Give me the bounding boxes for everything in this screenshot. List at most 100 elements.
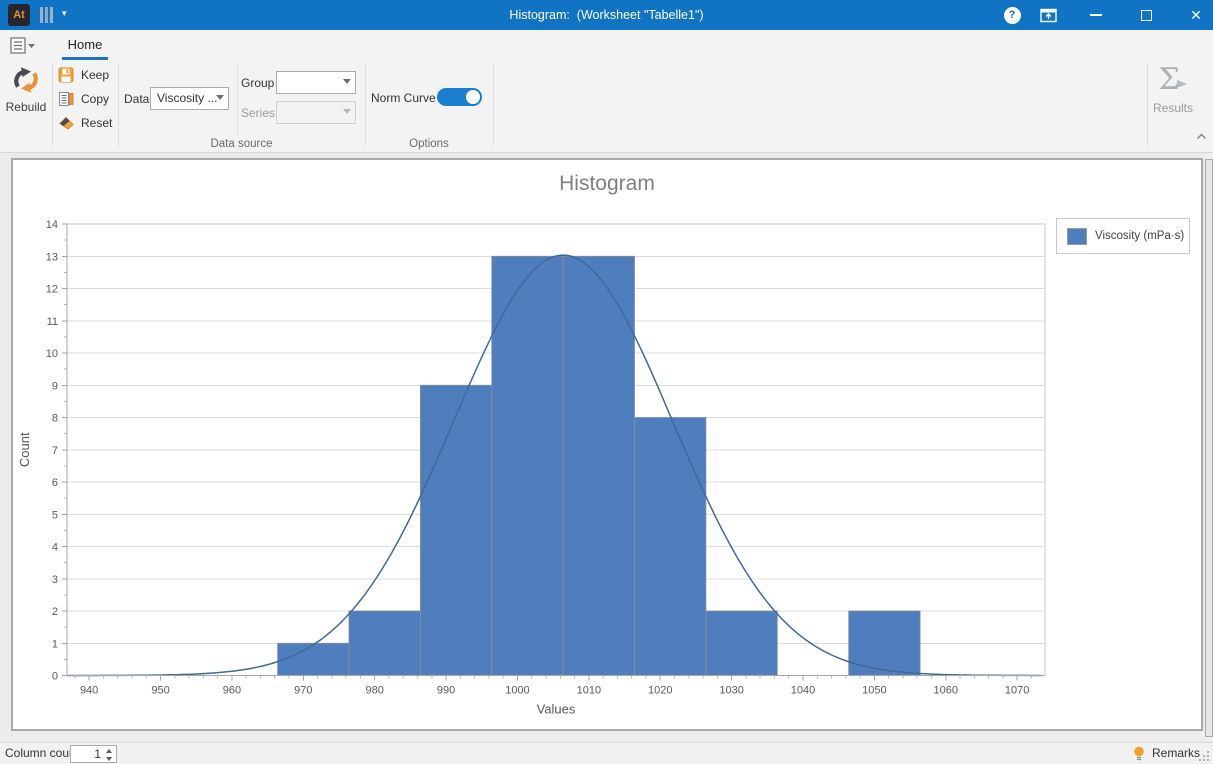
close-button[interactable]: ✕ bbox=[1183, 0, 1209, 30]
rebuild-icon bbox=[14, 67, 38, 93]
spinner-down-button[interactable] bbox=[103, 755, 115, 763]
status-bar: Column count 1 Remarks bbox=[0, 742, 1213, 764]
svg-text:5: 5 bbox=[52, 509, 58, 521]
svg-text:9: 9 bbox=[52, 380, 58, 392]
dock-window-button[interactable] bbox=[1035, 0, 1061, 30]
group-combobox[interactable] bbox=[276, 71, 356, 94]
svg-text:1020: 1020 bbox=[648, 685, 672, 697]
svg-text:7: 7 bbox=[52, 445, 58, 457]
legend-label: Viscosity (mPa·s) bbox=[1095, 230, 1185, 242]
reset-label: Reset bbox=[81, 116, 113, 130]
ribbon-separator bbox=[493, 64, 494, 146]
svg-text:1070: 1070 bbox=[1005, 685, 1029, 697]
svg-text:14: 14 bbox=[46, 219, 58, 231]
chevron-down-icon bbox=[343, 79, 351, 84]
group-label: Group bbox=[241, 76, 275, 90]
sigma-icon: Σ bbox=[1147, 63, 1199, 97]
rebuild-label: Rebuild bbox=[5, 100, 47, 114]
help-icon: ? bbox=[1003, 6, 1021, 24]
spinner-up-button[interactable] bbox=[103, 747, 115, 755]
legend-box[interactable]: Viscosity (mPa·s) bbox=[1056, 218, 1190, 254]
svg-text:8: 8 bbox=[52, 413, 58, 425]
help-button[interactable]: ? bbox=[999, 0, 1025, 30]
data-label: Data bbox=[124, 92, 150, 106]
chevron-down-icon bbox=[216, 95, 224, 100]
svg-text:1040: 1040 bbox=[791, 685, 815, 697]
chevron-up-icon bbox=[1197, 133, 1206, 139]
minimize-button[interactable] bbox=[1083, 0, 1109, 30]
series-combobox bbox=[276, 101, 356, 124]
app-menu-icon bbox=[10, 37, 35, 54]
report-area: Histogram 0 1 2 3 4 5 6 7 8 9 10 11 12 13 14 940 950 960 9… bbox=[0, 153, 1213, 742]
svg-text:1030: 1030 bbox=[719, 685, 743, 697]
svg-text:13: 13 bbox=[46, 251, 58, 263]
svg-text:980: 980 bbox=[365, 685, 383, 697]
column-count-spinner[interactable]: 1 bbox=[70, 745, 117, 763]
svg-text:1050: 1050 bbox=[862, 685, 886, 697]
report-page: Histogram 0 1 2 3 4 5 6 7 8 9 10 11 12 13 14 940 950 960 9… bbox=[11, 158, 1203, 731]
remarks-bulb[interactable] bbox=[1133, 746, 1145, 764]
spinner-down-icon bbox=[106, 757, 112, 761]
copy-icon bbox=[59, 92, 74, 106]
svg-text:960: 960 bbox=[223, 685, 241, 697]
title-bar: At ▾ Histogram: (Worksheet "Tabelle1") ?… bbox=[0, 0, 1213, 30]
svg-text:990: 990 bbox=[437, 685, 455, 697]
norm-curve-toggle[interactable] bbox=[437, 88, 482, 106]
reset-button[interactable]: Reset bbox=[58, 112, 112, 134]
dock-window-icon bbox=[1039, 8, 1057, 22]
ribbon-separator bbox=[52, 64, 53, 146]
svg-text:940: 940 bbox=[80, 685, 98, 697]
keep-label: Keep bbox=[81, 68, 110, 82]
svg-text:Count: Count bbox=[17, 432, 32, 467]
minimize-icon bbox=[1090, 14, 1102, 16]
eraser-icon bbox=[59, 116, 74, 130]
maximize-button[interactable] bbox=[1133, 0, 1159, 30]
vertical-scrollbar[interactable] bbox=[1205, 155, 1213, 740]
ribbon-separator bbox=[237, 64, 238, 136]
save-icon bbox=[58, 67, 74, 83]
svg-text:1010: 1010 bbox=[577, 685, 601, 697]
results-label: Results bbox=[1152, 101, 1193, 115]
window-title: Histogram: (Worksheet "Tabelle1") bbox=[509, 8, 704, 22]
histogram-plot: 01234567891011121314940 950 960 970 980 990 10… bbox=[17, 219, 1046, 717]
copy-button[interactable]: Copy bbox=[58, 88, 109, 110]
svg-text:10: 10 bbox=[46, 348, 58, 360]
maximize-icon bbox=[1140, 9, 1152, 21]
svg-text:1: 1 bbox=[52, 638, 58, 650]
scrollbar-thumb[interactable] bbox=[1205, 159, 1213, 737]
chevron-down-icon bbox=[343, 109, 351, 114]
ribbon-separator bbox=[118, 64, 119, 146]
app-menu-button[interactable] bbox=[10, 37, 36, 58]
lightbulb-icon bbox=[1134, 746, 1144, 761]
column-count-label: Column count bbox=[5, 746, 80, 760]
svg-text:0: 0 bbox=[52, 671, 58, 683]
remarks-label[interactable]: Remarks bbox=[1152, 743, 1200, 764]
svg-text:1000: 1000 bbox=[505, 685, 529, 697]
collapse-ribbon-button[interactable] bbox=[1196, 129, 1207, 143]
arrow-right-icon bbox=[1176, 80, 1187, 88]
spinner-up-icon bbox=[106, 749, 112, 753]
keep-button[interactable]: Keep bbox=[58, 64, 109, 86]
svg-text:6: 6 bbox=[52, 477, 58, 489]
rebuild-button[interactable]: Rebuild bbox=[2, 63, 50, 147]
toggle-knob-icon bbox=[466, 90, 480, 104]
group-label-options: Options bbox=[409, 138, 449, 150]
svg-text:950: 950 bbox=[151, 685, 169, 697]
ribbon-separator bbox=[365, 64, 366, 146]
column-count-value: 1 bbox=[94, 747, 101, 761]
legend-swatch bbox=[1067, 228, 1087, 245]
svg-text:12: 12 bbox=[46, 284, 58, 296]
svg-text:3: 3 bbox=[52, 574, 58, 586]
svg-text:11: 11 bbox=[47, 316, 58, 328]
svg-text:970: 970 bbox=[294, 685, 312, 697]
results-button: Σ Results bbox=[1147, 63, 1199, 147]
copy-label: Copy bbox=[81, 92, 110, 106]
svg-text:2: 2 bbox=[52, 606, 58, 618]
data-combobox[interactable]: Viscosity ... bbox=[150, 87, 229, 110]
tab-home[interactable]: Home bbox=[62, 33, 108, 60]
svg-text:4: 4 bbox=[52, 542, 58, 554]
resize-grip[interactable] bbox=[1199, 751, 1209, 761]
svg-text:Values: Values bbox=[537, 702, 576, 717]
group-label-data-source: Data source bbox=[210, 138, 273, 150]
ribbon: Home Rebuild Keep Copy Reset Data Viscos… bbox=[0, 30, 1213, 153]
